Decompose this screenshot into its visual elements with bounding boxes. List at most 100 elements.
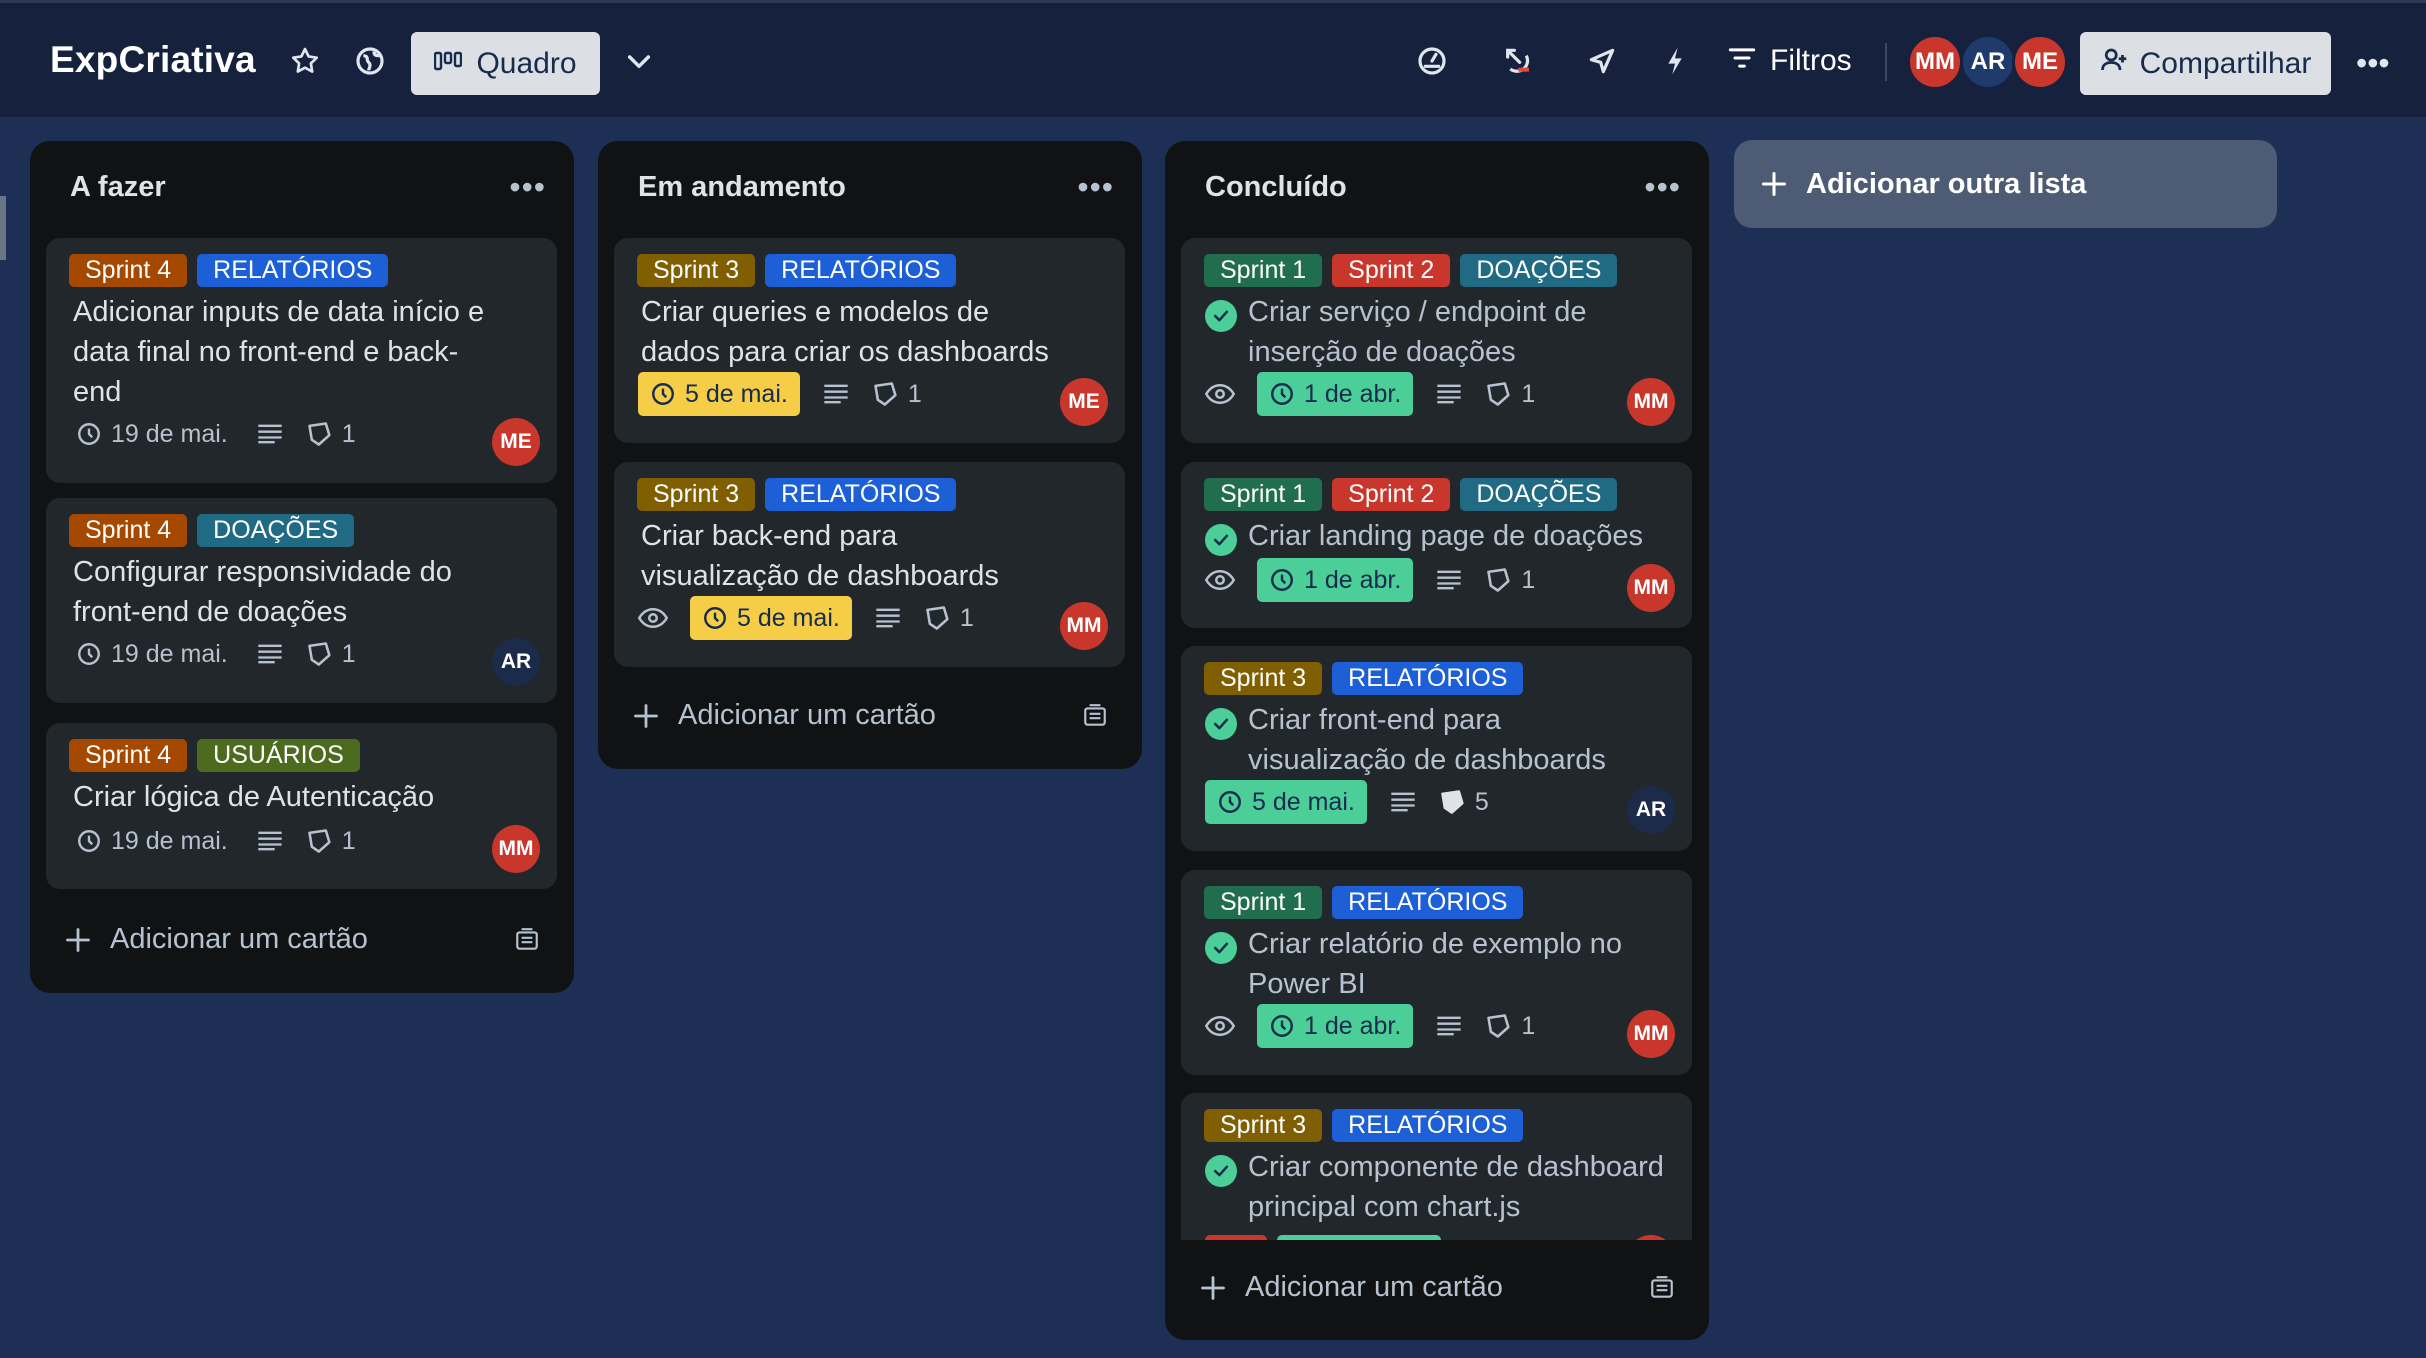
due-date-badge[interactable]: 19 de mai. (70, 412, 234, 456)
list-title[interactable]: A fazer (70, 171, 166, 204)
label-category[interactable]: RELATÓRIOS (1332, 662, 1524, 695)
label-sprint[interactable]: Sprint 3 (1204, 662, 1323, 695)
description-icon (256, 830, 284, 852)
card-labels: Sprint 4 DOAÇÕES (69, 514, 355, 547)
card[interactable]: Sprint 1 Sprint 2 DOAÇÕES Criar landing … (1181, 462, 1692, 628)
due-date-badge[interactable]: 5 de mai. (690, 596, 852, 640)
checklist-icon (874, 382, 897, 406)
label-sprint[interactable]: Sprint 2 (1332, 478, 1451, 511)
filters-button[interactable]: Filtros (1728, 39, 1852, 83)
card[interactable]: Sprint 4 USUÁRIOS Criar lógica de Autent… (46, 723, 557, 889)
label-category[interactable]: RELATÓRIOS (765, 478, 957, 511)
share-button[interactable]: Compartilhar (2080, 32, 2331, 95)
label-sprint[interactable]: Sprint 1 (1204, 886, 1323, 919)
label-sprint[interactable]: Sprint 3 (637, 254, 756, 287)
card[interactable]: Sprint 3 RELATÓRIOS Criar queries e mode… (614, 238, 1125, 443)
card-member-avatar[interactable]: ME (492, 418, 540, 466)
clock-icon (78, 643, 100, 665)
label-category[interactable]: RELATÓRIOS (197, 254, 389, 287)
list-cards-scroll[interactable]: Sprint 1 Sprint 2 DOAÇÕES Criar serviço … (1165, 141, 1709, 1240)
complete-check-icon[interactable] (1205, 524, 1237, 556)
add-card-button[interactable]: Adicionar um cartão (1199, 1271, 1503, 1304)
card[interactable]: Sprint 1 Sprint 2 DOAÇÕES Criar serviço … (1181, 238, 1692, 443)
card-member-avatar[interactable]: MM (1060, 602, 1108, 650)
card-template-icon[interactable] (1649, 1275, 1675, 1306)
label-category[interactable]: RELATÓRIOS (765, 254, 957, 287)
card[interactable]: Sprint 1 RELATÓRIOS Criar relatório de e… (1181, 870, 1692, 1075)
label-sprint[interactable]: Sprint 2 (1332, 254, 1451, 287)
list-menu-icon[interactable]: ••• (509, 169, 546, 206)
card[interactable]: Sprint 4 DOAÇÕES Configurar responsivida… (46, 498, 557, 703)
label-sprint[interactable]: Sprint 4 (69, 739, 188, 772)
list-title[interactable]: Em andamento (638, 171, 846, 204)
card-member-avatar[interactable]: MM (1627, 378, 1675, 426)
complete-check-icon[interactable] (1205, 708, 1237, 740)
checklist-badge: 1 (1485, 380, 1535, 409)
label-category[interactable]: USUÁRIOS (197, 739, 360, 772)
rocket-icon[interactable] (1586, 45, 1618, 77)
board-header: ExpCriativa Quadro Filtros MM AR ME Comp… (0, 0, 2426, 117)
card-title: Criar serviço / endpoint de inserção de … (1248, 296, 1587, 368)
board-title[interactable]: ExpCriativa (50, 39, 256, 81)
card-template-icon[interactable] (514, 927, 540, 958)
sync-icon[interactable] (1500, 45, 1534, 77)
due-date-badge[interactable]: 1 de abr. (1257, 558, 1414, 602)
label-sprint[interactable]: Sprint 4 (69, 514, 188, 547)
watching-icon (1205, 1015, 1235, 1037)
complete-check-icon[interactable] (1205, 932, 1237, 964)
label-sprint[interactable]: Sprint 3 (1204, 1109, 1323, 1142)
card-member-avatar[interactable]: AR (1627, 786, 1675, 834)
list-em-andamento: Em andamento ••• Sprint 3 RELATÓRIOS Cri… (598, 141, 1142, 769)
card[interactable]: Sprint 4 RELATÓRIOS Adicionar inputs de … (46, 238, 557, 483)
due-date-badge[interactable]: 5 de mai. (1205, 780, 1367, 824)
due-date-badge[interactable]: 1 de abr. (1257, 1004, 1414, 1048)
board-view-button[interactable]: Quadro (411, 32, 600, 95)
label-category[interactable]: DOAÇÕES (1460, 478, 1618, 511)
due-date-badge[interactable]: 19 de mai. (70, 819, 234, 863)
card-badges: 1 de abr. 1 (1205, 372, 1535, 416)
star-icon[interactable] (289, 45, 321, 77)
globe-icon[interactable] (354, 45, 386, 77)
more-options-icon[interactable]: ••• (2356, 45, 2390, 82)
label-category[interactable]: DOAÇÕES (197, 514, 355, 547)
label-category[interactable]: RELATÓRIOS (1332, 886, 1524, 919)
card[interactable]: Sprint 3 RELATÓRIOS Criar front-end para… (1181, 646, 1692, 851)
list-menu-icon[interactable]: ••• (1077, 169, 1114, 206)
card-member-avatar[interactable]: MM (1627, 1010, 1675, 1058)
due-date-badge[interactable]: 5 de mai. (638, 372, 800, 416)
plus-icon (634, 703, 658, 728)
label-category[interactable]: RELATÓRIOS (1332, 1109, 1524, 1142)
card-member-avatar[interactable]: ME (1060, 378, 1108, 426)
card[interactable]: Sprint 3 RELATÓRIOS Criar back-end para … (614, 462, 1125, 667)
checklist-badge: 1 (306, 640, 356, 669)
label-sprint[interactable]: Sprint 3 (637, 478, 756, 511)
card[interactable]: Sprint 3 RELATÓRIOS Criar componente de … (1181, 1093, 1692, 1240)
card-member-avatar[interactable]: MM (1627, 564, 1675, 612)
member-avatar[interactable]: MM (1907, 34, 1963, 90)
card-member-avatar[interactable]: MM (492, 825, 540, 873)
card-labels: Sprint 3 RELATÓRIOS (637, 478, 957, 511)
complete-check-icon[interactable] (1205, 300, 1237, 332)
clock-icon (1271, 1015, 1293, 1037)
automation-icon[interactable] (1662, 45, 1688, 77)
member-avatar[interactable]: AR (1960, 34, 2016, 90)
clock-icon (1219, 791, 1241, 813)
add-card-button[interactable]: Adicionar um cartão (632, 699, 936, 732)
add-card-button[interactable]: Adicionar um cartão (64, 923, 368, 956)
due-date-badge[interactable]: 19 de mai. (70, 632, 234, 676)
card-badge-partial (1205, 1235, 1267, 1240)
add-list-button[interactable]: Adicionar outra lista (1734, 140, 2277, 228)
description-icon (874, 607, 902, 629)
power-ups-icon[interactable] (1416, 45, 1448, 77)
due-date-badge[interactable]: 1 de abr. (1257, 372, 1414, 416)
label-category[interactable]: DOAÇÕES (1460, 254, 1618, 287)
label-sprint[interactable]: Sprint 1 (1204, 478, 1323, 511)
card-member-avatar[interactable]: AR (492, 638, 540, 686)
scroll-edge (0, 196, 6, 260)
card-template-icon[interactable] (1082, 703, 1108, 734)
chevron-down-icon[interactable] (622, 45, 656, 77)
label-sprint[interactable]: Sprint 1 (1204, 254, 1323, 287)
complete-check-icon[interactable] (1205, 1155, 1237, 1187)
label-sprint[interactable]: Sprint 4 (69, 254, 188, 287)
member-avatar[interactable]: ME (2012, 34, 2068, 90)
